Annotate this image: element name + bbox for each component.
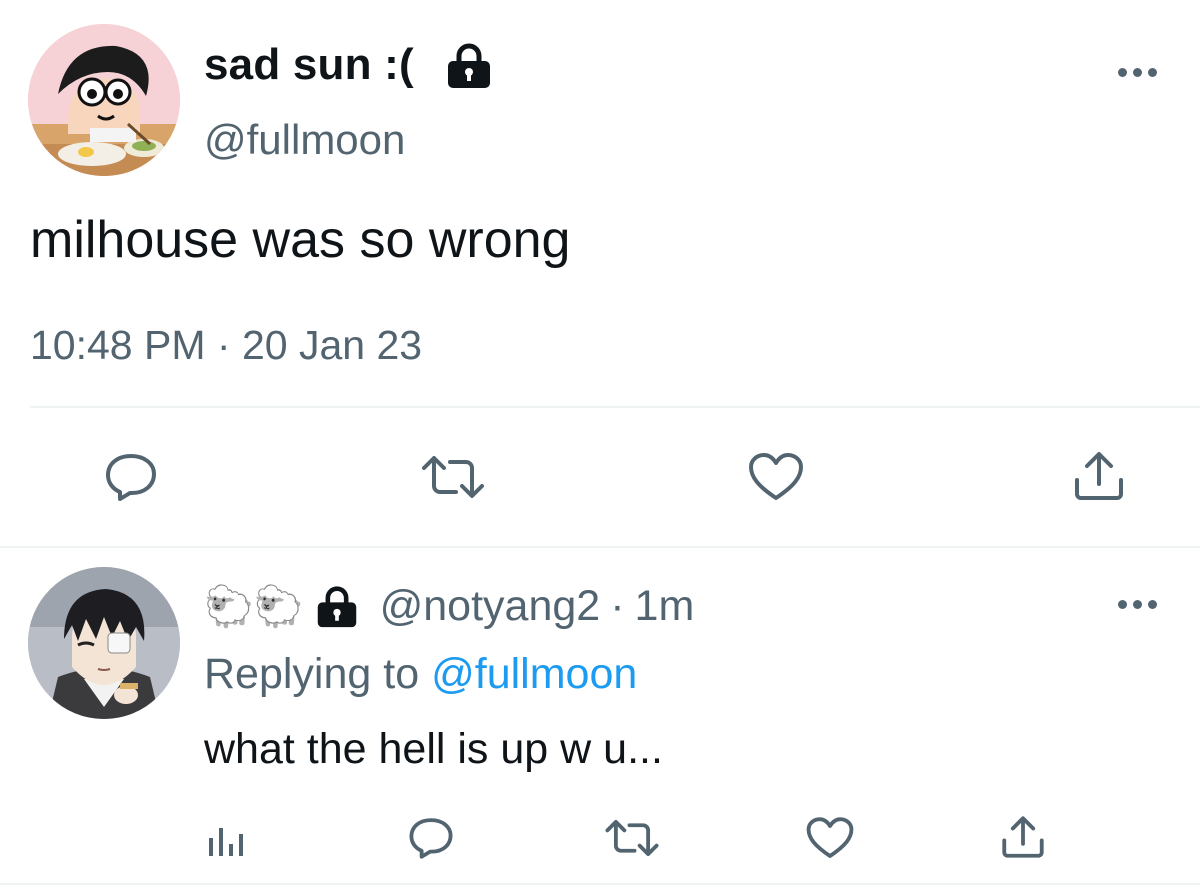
share-icon[interactable] bbox=[1000, 814, 1046, 860]
avatar-image bbox=[28, 567, 180, 719]
divider bbox=[30, 406, 1200, 408]
replying-to-label: Replying to bbox=[204, 650, 420, 698]
retweet-icon[interactable] bbox=[420, 454, 486, 500]
mention-link[interactable]: @fullmoon bbox=[431, 650, 637, 698]
retweet-icon[interactable] bbox=[604, 818, 660, 858]
reply-icon[interactable] bbox=[408, 816, 454, 860]
tweet-text: milhouse was so wrong bbox=[30, 211, 571, 269]
display-name[interactable]: 🐑🐑 bbox=[204, 587, 304, 627]
handle[interactable]: @notyang2 bbox=[380, 582, 601, 631]
reply-text: what the hell is up w u... bbox=[204, 725, 663, 773]
lock-icon bbox=[444, 42, 494, 90]
reply-header: 🐑🐑 @notyang2 · 1m bbox=[204, 582, 694, 631]
handle[interactable]: @fullmoon bbox=[204, 116, 405, 164]
meta-separator: · bbox=[610, 582, 625, 630]
replying-to: Replying to @fullmoon bbox=[204, 650, 637, 699]
more-horizontal-icon[interactable] bbox=[1118, 68, 1157, 77]
avatar[interactable] bbox=[28, 567, 180, 719]
like-icon[interactable] bbox=[748, 452, 804, 502]
lock-icon bbox=[314, 585, 360, 629]
like-icon[interactable] bbox=[806, 816, 854, 860]
tweet-time: 10:48 PM bbox=[30, 322, 206, 368]
share-icon[interactable] bbox=[1072, 450, 1126, 502]
analytics-icon[interactable] bbox=[206, 818, 246, 858]
display-name[interactable]: sad sun :( bbox=[204, 40, 414, 90]
tweet-timestamp[interactable]: 10:48 PM · 20 Jan 23 bbox=[30, 322, 422, 369]
reply-icon[interactable] bbox=[104, 452, 158, 502]
more-horizontal-icon[interactable] bbox=[1118, 600, 1157, 609]
meta-separator: · bbox=[216, 322, 231, 368]
divider bbox=[0, 546, 1200, 548]
avatar[interactable] bbox=[28, 24, 180, 176]
divider bbox=[0, 883, 1200, 885]
tweet-age[interactable]: 1m bbox=[635, 582, 695, 631]
tweet-date: 20 Jan 23 bbox=[241, 322, 423, 368]
avatar-image bbox=[28, 24, 180, 176]
